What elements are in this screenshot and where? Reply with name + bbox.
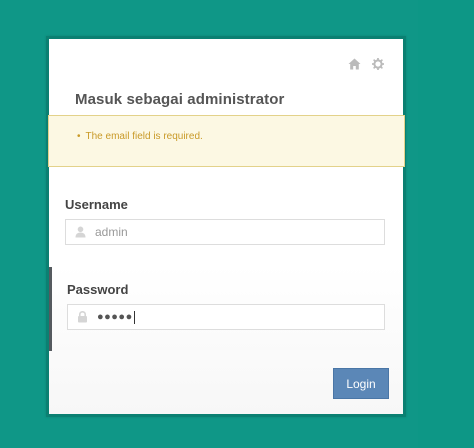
password-label: Password [67,282,129,297]
gear-icon[interactable] [371,57,385,71]
lock-icon [75,310,89,324]
password-masked-value: ●●●●● [97,311,133,323]
text-cursor [133,310,135,324]
error-alert: The email field is required. [48,115,405,167]
error-message: The email field is required. [77,131,203,142]
home-icon[interactable] [347,57,361,71]
user-icon [73,225,87,239]
card-toolbar [347,57,385,71]
username-field[interactable] [65,219,385,245]
username-input[interactable] [95,225,355,239]
password-field[interactable]: ●●●●● [67,304,385,330]
password-input[interactable]: ●●●●● [97,310,135,324]
login-button[interactable]: Login [333,368,389,399]
background-strip [418,0,474,448]
login-card: Masuk sebagai administrator The email fi… [46,36,406,417]
username-label: Username [65,197,128,212]
error-list: The email field is required. [77,131,203,142]
focus-indicator [49,267,52,351]
login-card-body: Masuk sebagai administrator The email fi… [48,39,405,414]
page-title: Masuk sebagai administrator [75,91,285,108]
